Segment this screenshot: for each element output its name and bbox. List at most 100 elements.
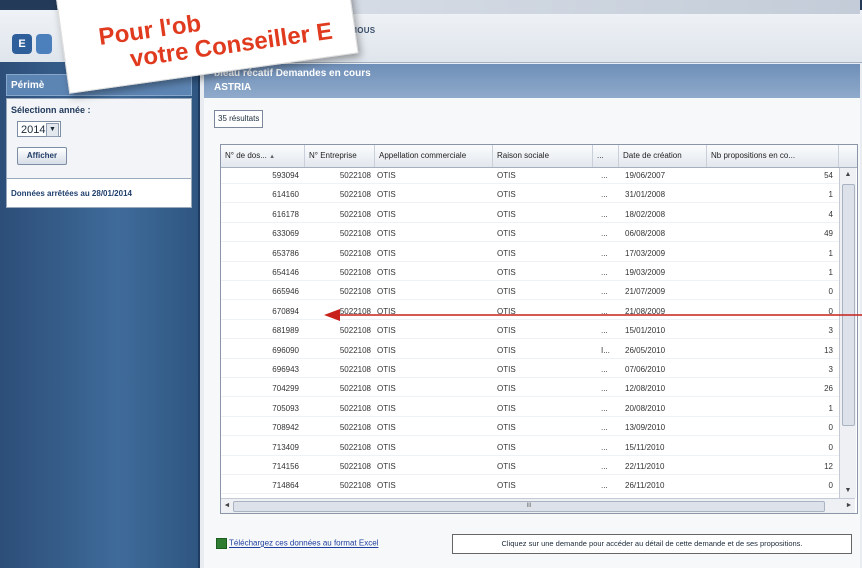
table-cell-date: 15/01/2010 (625, 326, 666, 336)
table-cell-appellation: OTIS (377, 481, 396, 491)
table-row[interactable]: 616178 5022108 OTIS OTIS... 18/02/2008 4 (221, 207, 839, 223)
table-cell-extra: ... (601, 171, 608, 180)
app-logo-secondary-icon (36, 34, 52, 54)
table-cell-nb: 0 (828, 481, 833, 491)
table-cell-appellation: OTIS (377, 171, 396, 180)
show-button[interactable]: Afficher (17, 147, 67, 165)
table-cell-dossier: 614160 (272, 190, 299, 200)
table-cell-extra: ... (601, 268, 608, 277)
instruction-box: Cliquez sur une demande pour accéder au … (452, 534, 852, 554)
scroll-left-icon[interactable]: ◄ (222, 500, 232, 512)
table-cell-extra: I... (601, 345, 610, 355)
table-cell-date: 17/03/2009 (625, 248, 666, 258)
table-cell-dossier: 696943 (272, 365, 299, 374)
table-row[interactable]: 633069 5022108 OTIS OTIS... 06/08/2008 49 (221, 226, 839, 243)
table-row[interactable]: 665946 5022108 OTIS OTIS... 21/07/2009 0 (221, 284, 839, 301)
table-cell-appellation: OTIS (377, 462, 396, 471)
table-row[interactable]: 714864 5022108 OTIS OTIS... 26/11/2010 0 (221, 478, 839, 495)
table-cell-appellation: OTIS (377, 190, 396, 200)
table-row[interactable]: 696090 5022108 OTIS OTIS I... 26/05/2010 13 (221, 343, 839, 359)
table-cell-raison: OTIS (497, 326, 516, 336)
year-select[interactable]: 2014 ▼ (17, 121, 61, 137)
table-cell-raison: OTIS (497, 190, 516, 200)
sidebar: Périmè Sélectionn année : 2014 ▼ Affiche… (0, 62, 200, 568)
table-cell-dossier: 708942 (272, 423, 299, 433)
table-cell-raison: OTIS (497, 442, 516, 452)
table-cell-raison: OTIS (497, 287, 516, 297)
table-cell-extra: ... (601, 423, 608, 433)
table-row[interactable]: 696943 5022108 OTIS OTIS... 07/06/2010 3 (221, 362, 839, 378)
table-cell-date: 21/07/2009 (625, 287, 666, 297)
table-row[interactable]: 713409 5022108 OTIS OTIS... 15/11/2010 0 (221, 440, 839, 456)
table-cell-entreprise: 5022108 (339, 481, 371, 491)
table-row[interactable]: 654146 5022108 OTIS OTIS... 19/03/2009 1 (221, 265, 839, 281)
column-header-appellation[interactable]: Appellation commerciale (375, 145, 493, 167)
sort-up-icon: ▲ (269, 154, 276, 160)
scroll-right-icon[interactable]: ► (844, 500, 854, 512)
table-cell-raison: OTIS (497, 481, 516, 491)
table-cell-date: 19/06/2007 (625, 171, 666, 180)
table-cell-entreprise: 5022108 (339, 209, 371, 219)
page-subtitle: ASTRIA (214, 82, 252, 93)
table-row[interactable]: 614160 5022108 OTIS OTIS... 31/01/2008 1 (221, 187, 839, 204)
table-cell-dossier: 665946 (272, 287, 299, 297)
table-cell-raison: OTIS (497, 365, 516, 374)
table-cell-appellation: OTIS (377, 326, 396, 336)
table-cell-appellation: OTIS (377, 403, 396, 413)
column-header-date[interactable]: Date de création (619, 145, 707, 167)
table-cell-extra: ... (601, 190, 608, 200)
table-row[interactable]: 704299 5022108 OTIS OTIS... 12/08/2010 26 (221, 381, 839, 398)
table-row[interactable]: 593094 5022108 OTIS OTIS... 19/06/2007 54 (221, 168, 839, 184)
table-cell-appellation: OTIS (377, 423, 396, 433)
table-cell-raison: OTIS (497, 403, 516, 413)
column-header-nb[interactable]: Nb propositions en co... (707, 145, 839, 167)
table-cell-date: 13/09/2010 (625, 423, 666, 433)
table-cell-extra: ... (601, 442, 608, 452)
table-row[interactable]: 714156 5022108 OTIS OTIS... 22/11/2010 12 (221, 459, 839, 475)
table-cell-appellation: OTIS (377, 442, 396, 452)
horizontal-scroll-thumb[interactable]: III (233, 501, 825, 512)
table-cell-dossier: 593094 (272, 171, 299, 180)
table-row[interactable]: 653786 5022108 OTIS OTIS... 17/03/2009 1 (221, 246, 839, 262)
table-cell-dossier: 681989 (272, 326, 299, 336)
chevron-down-icon[interactable]: ▼ (46, 123, 59, 137)
table-cell-date: 12/08/2010 (625, 384, 666, 394)
column-header-extra[interactable]: ... (593, 145, 619, 167)
page-header: bleau récatif Demandes en cours ASTRIA (204, 64, 860, 98)
table-cell-dossier: 705093 (272, 403, 299, 413)
horizontal-scrollbar[interactable]: ◄ III ► (221, 498, 855, 513)
vertical-scrollbar[interactable]: ▲ ▼ (839, 168, 856, 498)
table-cell-entreprise: 5022108 (339, 462, 371, 471)
excel-download-link[interactable]: Téléchargez ces données au format Excel (216, 538, 378, 549)
table-row[interactable]: 681989 5022108 OTIS OTIS... 15/01/2010 3 (221, 323, 839, 340)
table-cell-nb: 1 (828, 268, 833, 277)
year-select-label: Sélectionn année : (11, 105, 91, 115)
annotation-arrow-icon (324, 309, 862, 321)
table-cell-nb: 0 (828, 442, 833, 452)
vertical-scroll-thumb[interactable] (842, 184, 855, 426)
table-cell-extra: ... (601, 403, 608, 413)
table-cell-extra: ... (601, 326, 608, 336)
table-cell-extra: ... (601, 365, 608, 374)
table-cell-nb: 4 (828, 209, 833, 219)
table-cell-nb: 49 (824, 229, 833, 239)
table-cell-nb: 1 (828, 248, 833, 258)
table-cell-entreprise: 5022108 (339, 442, 371, 452)
scroll-down-icon[interactable]: ▼ (842, 485, 854, 497)
table-cell-extra: ... (601, 209, 608, 219)
table-cell-appellation: OTIS (377, 287, 396, 297)
table-cell-dossier: 704299 (272, 384, 299, 394)
column-header-raison[interactable]: Raison sociale (493, 145, 593, 167)
table-cell-dossier: 616178 (272, 209, 299, 219)
app-logo-icon[interactable]: E (12, 34, 32, 54)
table-cell-dossier: 670894 (272, 306, 299, 316)
table-row[interactable]: 708942 5022108 OTIS OTIS... 13/09/2010 0 (221, 420, 839, 437)
column-header-entreprise[interactable]: N° Entreprise (305, 145, 375, 167)
scroll-up-icon[interactable]: ▲ (842, 169, 854, 181)
table-cell-appellation: OTIS (377, 268, 396, 277)
table-cell-entreprise: 5022108 (339, 365, 371, 374)
table-cell-raison: OTIS (497, 345, 516, 355)
column-header-dossier[interactable]: N° de dos... ▲ (221, 145, 305, 167)
table-cell-appellation: OTIS (377, 229, 396, 239)
table-row[interactable]: 705093 5022108 OTIS OTIS... 20/08/2010 1 (221, 401, 839, 417)
